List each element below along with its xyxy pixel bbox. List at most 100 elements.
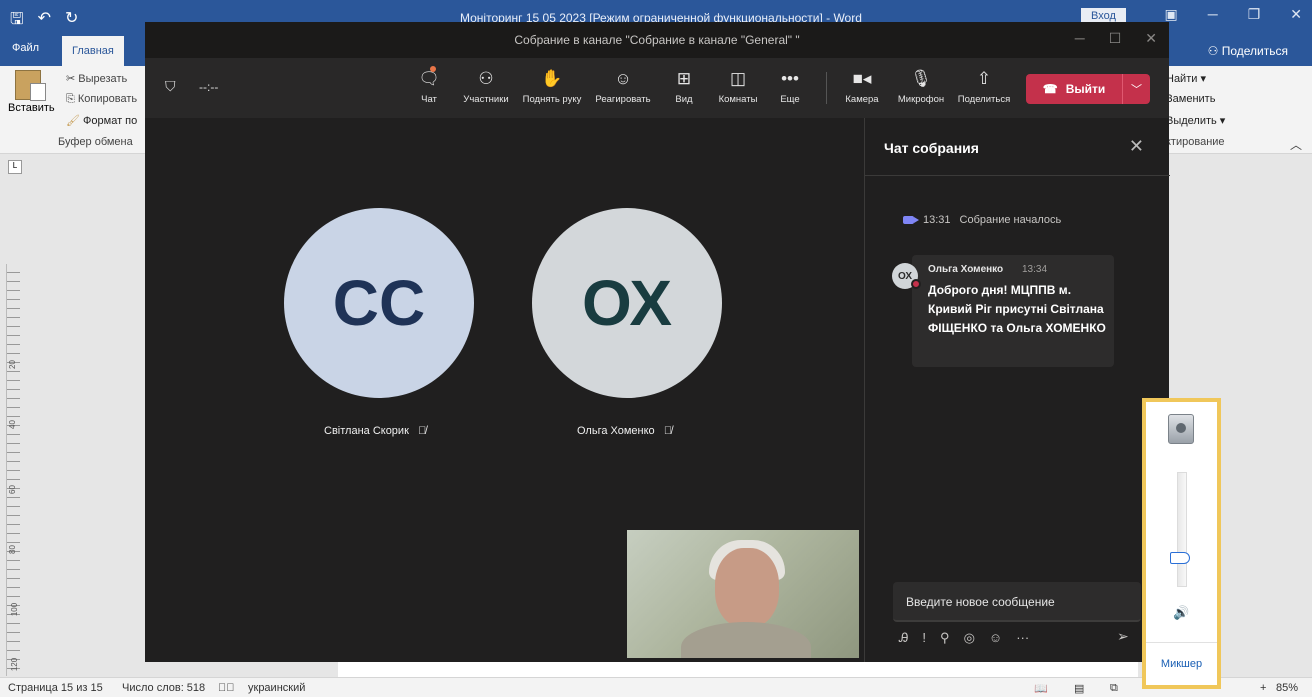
chat-message[interactable]: Ольга Хоменко 13:34 Доброго дня! МЦППВ м… [912,255,1114,367]
important-icon[interactable]: ! [922,630,926,646]
compose-toolbar: Ꭿ ! ⚲ ◎ ☺ ··· [899,630,1139,646]
language-indicator[interactable]: украинский [248,682,305,694]
camera-icon: ■◂ [852,69,872,88]
leave-label: Выйти [1065,82,1106,96]
toolbar-divider [826,72,827,104]
view-label: Вид [675,94,693,105]
system-message: 13:31 Собрание началось [903,214,1061,226]
volume-slider-track[interactable] [1177,472,1187,587]
leave-main[interactable]: ☎ Выйти [1026,74,1122,104]
message-compose-box[interactable]: Введите новое сообщение [893,582,1141,622]
proofing-icon[interactable]: ▯⃥ [218,682,235,694]
chat-button[interactable]: 🗨 Чат [417,66,441,105]
meeting-chat-panel: Чат собрания ✕ 13:31 Собрание началось О… [864,118,1170,662]
paste-button[interactable]: Вставить [8,70,55,114]
collapse-ribbon-icon[interactable]: ︿ [1290,136,1302,153]
minimize-icon[interactable]: ─ [1075,30,1085,47]
speaker-device-icon[interactable] [1168,414,1194,444]
format-painter-label: Формат по [83,115,138,127]
format-icon[interactable]: Ꭿ [899,630,908,646]
share-screen-button[interactable]: ⇧ Поделиться [955,68,1013,105]
tab-home[interactable]: Главная [62,36,124,66]
undo-icon[interactable]: ↶ [38,8,51,35]
tab-selector[interactable]: L [8,160,22,174]
zoom-in-icon[interactable]: + [1260,682,1266,694]
share-tray-icon: ⇧ [976,69,992,88]
video-camera-icon [903,216,919,224]
close-icon[interactable]: ✕ [1129,136,1144,157]
redo-icon[interactable]: ↻ [65,8,78,35]
share-button[interactable]: ⚇ Поделиться [1208,44,1288,58]
close-icon[interactable]: ✕ [1290,6,1302,23]
ruler-mark: 60 [7,485,17,494]
rooms-label: Комнаты [718,94,758,105]
self-video-preview[interactable] [627,530,859,658]
shield-icon[interactable]: ⛉ [165,78,176,95]
web-layout-icon[interactable]: ⧉ [1110,682,1118,695]
chevron-down-icon[interactable]: ﹀ [1122,74,1150,104]
page-count[interactable]: Страница 15 из 15 [8,682,103,694]
meeting-toolbar: ⛉ --:-- 🗨 Чат ⚇ Участники ✋ Поднять руку… [145,58,1169,118]
people-icon: ⚇ [478,69,494,88]
restore-icon[interactable]: ❐ [1248,6,1261,23]
participant-name-tile: Ольга Хоменко 🎙̸ [577,425,672,437]
print-layout-icon[interactable]: ▤ [1074,682,1084,695]
share-screen-label: Поделиться [957,94,1011,105]
video-stage: СС Світлана Скорик 🎙̸ ОХ Ольга Хоменко 🎙… [145,118,864,662]
volume-icon[interactable]: 🔊 [1173,605,1189,621]
camera-button[interactable]: ■◂ Камера [842,68,882,105]
raise-hand-button[interactable]: ✋ Поднять руку [519,68,585,105]
microphone-button[interactable]: 🎙 Микрофон [893,68,949,105]
status-bar: Страница 15 из 15 Число слов: 518 ▯⃥ укр… [0,677,1312,697]
react-button[interactable]: ☺ Реагировать [591,68,655,105]
participant-name-tile: Світлана Скорик 🎙̸ [324,425,426,437]
mixer-link[interactable]: Микшер [1146,658,1217,670]
zoom-level[interactable]: 85% [1276,682,1298,694]
copy-icon: ⎘ [66,93,78,105]
ribbon-display-icon[interactable]: ▣ [1165,6,1178,23]
attach-icon[interactable]: ⚲ [940,630,950,646]
mic-muted-icon: 🎙̸ [411,425,427,437]
participant-avatar[interactable]: ОХ [532,208,722,398]
save-icon[interactable]: 🖫 [10,8,24,35]
chat-icon: 🗨 [417,66,441,90]
more-options-icon[interactable]: ··· [1016,630,1029,646]
more-label: Еще [780,94,800,105]
more-button[interactable]: ••• Еще [775,68,805,105]
read-mode-icon[interactable]: 📖 [1034,682,1048,695]
copy-button[interactable]: ⎘ Копировать [66,93,137,106]
maximize-icon[interactable]: ☐ [1109,30,1122,47]
find-button[interactable]: Найти ▾ [1166,72,1206,85]
volume-slider-thumb[interactable] [1170,552,1190,565]
clipboard-icon [15,70,46,101]
rooms-button[interactable]: ◫ Комнаты [715,68,761,105]
view-button[interactable]: ⊞ Вид [669,68,699,105]
volume-mixer-popup: 🔊 Микшер [1142,398,1221,689]
microphone-label: Микрофон [897,94,945,105]
cut-button[interactable]: ✂ Вырезать [66,72,127,85]
close-icon[interactable]: ✕ [1145,30,1157,47]
word-count[interactable]: Число слов: 518 [122,682,205,694]
volume-mixer-body: 🔊 Микшер [1146,402,1217,685]
emoji-icon[interactable]: ☺ [989,630,1002,646]
react-label: Реагировать [595,94,651,105]
ruler-mark: 120 [10,657,20,672]
format-painter-button[interactable]: 🖌 Формат по [66,114,137,127]
minimize-icon[interactable]: ─ [1208,6,1218,23]
send-icon[interactable]: ➢ [1117,628,1129,645]
participants-button[interactable]: ⚇ Участники [457,68,515,105]
document-page[interactable] [338,660,1138,677]
ellipsis-icon: ••• [781,69,799,88]
select-button[interactable]: Выделить ▾ [1166,114,1225,127]
quick-access-toolbar: 🖫 ↶ ↻ [10,8,78,35]
ruler-mark: 20 [7,360,17,369]
leave-button[interactable]: ☎ Выйти ﹀ [1026,74,1150,104]
grid-icon: ⊞ [676,69,692,88]
replace-button[interactable]: Заменить [1166,93,1215,105]
participant-avatar[interactable]: СС [284,208,474,398]
raise-hand-label: Поднять руку [522,94,582,105]
loop-icon[interactable]: ◎ [964,630,975,646]
meeting-timer: --:-- [199,80,219,94]
tab-file[interactable]: Файл [12,42,39,54]
teams-meeting-window: Собрание в канале "Собрание в канале "Ge… [145,22,1170,662]
